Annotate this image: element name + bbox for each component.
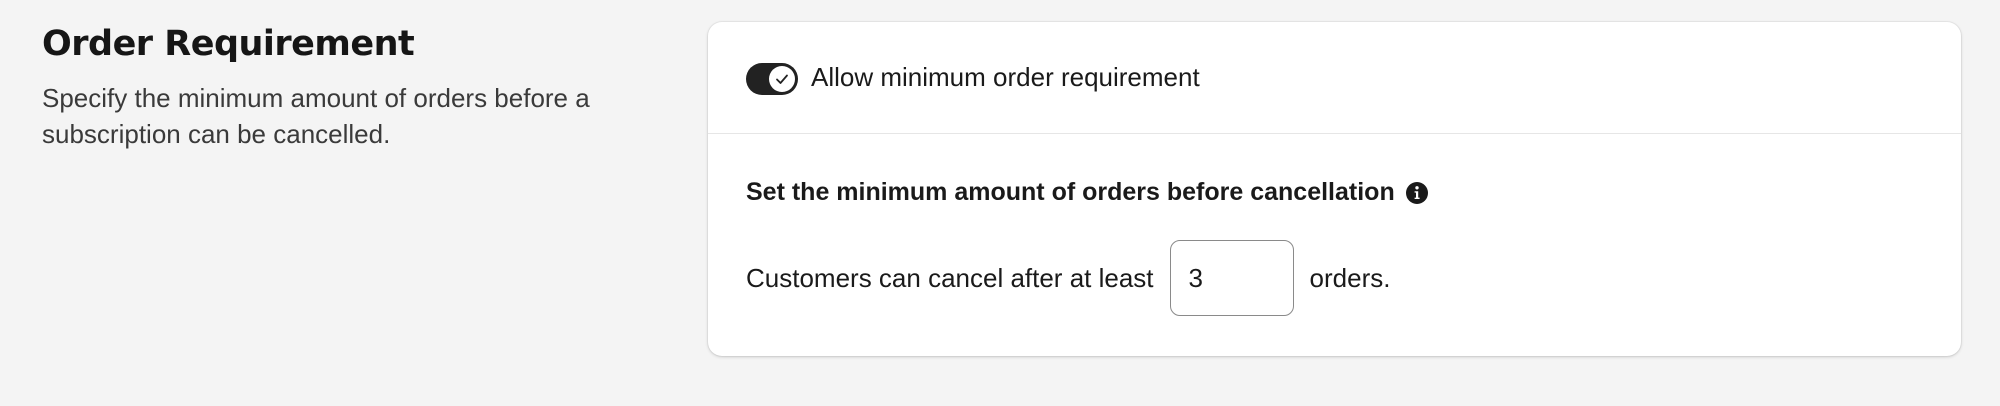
order-requirement-card: Allow minimum order requirement Set the … (708, 22, 1961, 356)
toggle-row: Allow minimum order requirement (708, 22, 1961, 134)
toggle-label[interactable]: Allow minimum order requirement (811, 62, 1200, 93)
minimum-orders-row: Customers can cancel after at least orde… (746, 240, 1923, 316)
info-icon[interactable] (1405, 181, 1429, 205)
toggle-knob (769, 65, 795, 92)
minimum-orders-input[interactable] (1169, 240, 1294, 316)
checkmark-icon (776, 74, 788, 84)
minimum-orders-heading: Set the minimum amount of orders before … (746, 178, 1923, 207)
section-description: Specify the minimum amount of orders bef… (42, 83, 590, 149)
card-body: Set the minimum amount of orders before … (708, 134, 1961, 316)
section-title: Order Requirement (42, 24, 415, 64)
minimum-order-toggle[interactable] (746, 62, 798, 95)
minimum-orders-suffix: orders. (1309, 262, 1391, 293)
minimum-orders-heading-text: Set the minimum amount of orders before … (746, 178, 1395, 206)
section-header: Order Requirement Specify the minimum am… (42, 20, 662, 152)
minimum-orders-prefix: Customers can cancel after at least (746, 262, 1154, 293)
